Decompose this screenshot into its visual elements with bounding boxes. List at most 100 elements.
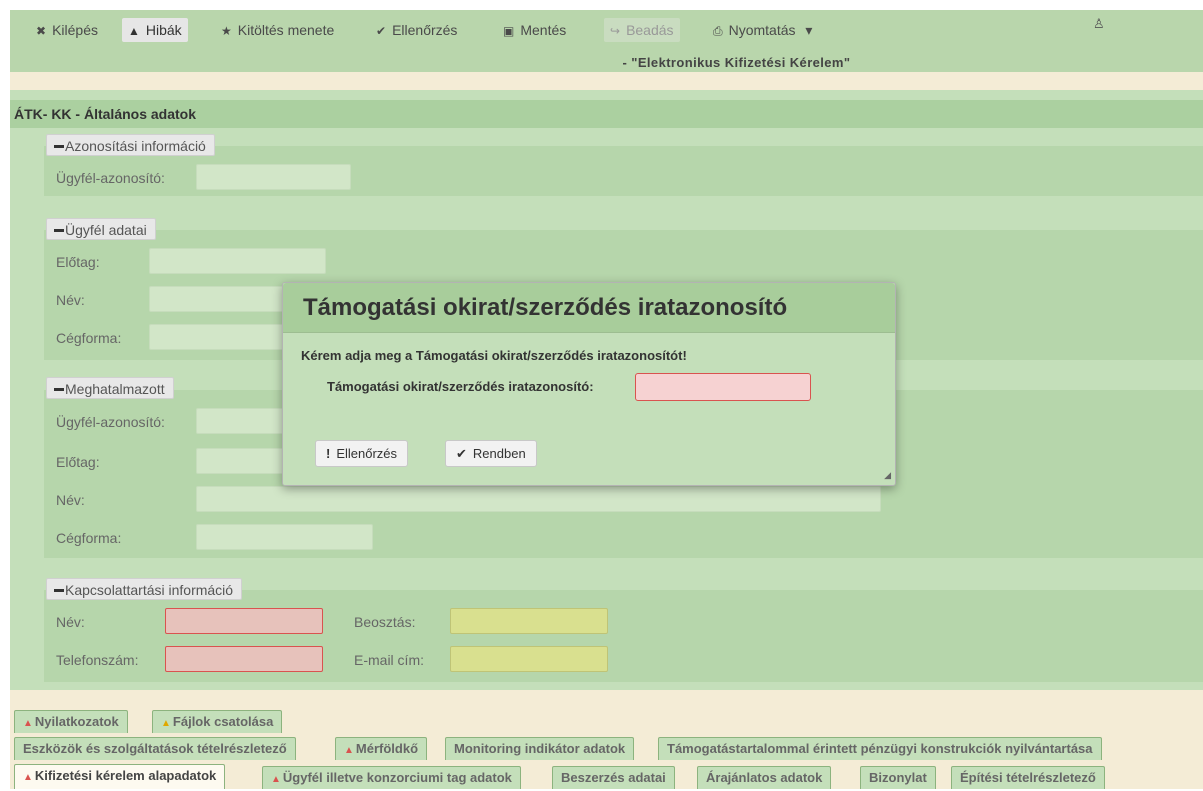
tab-construction-itemization[interactable]: Építési tételrészletező (951, 766, 1105, 789)
checkmark-icon: ✔ (376, 24, 387, 38)
tab-client-consortium[interactable]: ▲ Ügyfél illetve konzorciumi tag adatok (262, 766, 521, 789)
exclamation-icon: ! (326, 446, 331, 461)
submit-button[interactable]: ↪ Beadás (604, 18, 680, 42)
email-label: E-mail cím: (354, 652, 424, 668)
section-contact-legend: Kapcsolattartási információ (65, 582, 234, 598)
warning-icon: ▲ (271, 774, 281, 785)
tab-monitoring-indicators[interactable]: Monitoring indikátor adatok (445, 737, 635, 760)
contact-name-label: Név: (56, 614, 85, 630)
save-icon: ▣ (503, 24, 515, 38)
authorized-name-label: Név: (56, 492, 85, 508)
toolbar: ✖ Kilépés ▲ Hibák ★ Kitöltés menete ✔ Ellenő… (10, 10, 1203, 72)
prefix-field[interactable] (149, 248, 326, 274)
submit-label: Beadás (626, 22, 674, 38)
fill-guide-button[interactable]: ★ Kitöltés menete (215, 18, 340, 42)
checkmark-icon: ✔ (456, 446, 467, 461)
contact-name-field[interactable] (165, 608, 323, 634)
section-identification-legend: Azonosítási információ (65, 138, 206, 154)
section-authorized-legend: Meghatalmazott (65, 381, 165, 397)
section-contact-toggle[interactable]: Kapcsolattartási információ (46, 578, 243, 600)
section-client-data-legend: Ügyfél adatai (65, 222, 147, 238)
tab-label: Eszközök és szolgáltatások tételrészlete… (23, 741, 287, 756)
tab-label: Beszerzés adatai (561, 770, 666, 785)
tab-receipt[interactable]: Bizonylat (860, 766, 936, 789)
warning-icon: ▲ (23, 772, 33, 783)
company-form-label: Cégforma: (56, 330, 122, 346)
warning-icon: ▲ (23, 718, 33, 729)
dialog-check-button[interactable]: ! Ellenőrzés (315, 440, 409, 467)
authorized-prefix-field[interactable] (196, 448, 286, 474)
check-label: Ellenőrzés (392, 22, 458, 38)
name-label: Név: (56, 292, 85, 308)
toolbar-separator (10, 72, 1203, 90)
fill-guide-label: Kitöltés menete (237, 22, 335, 38)
phone-field[interactable] (165, 646, 323, 672)
print-label: Nyomtatás (728, 22, 796, 38)
chevron-down-icon: ▾ (805, 22, 813, 38)
tab-label: Támogatástartalommal érintett pénzügyi k… (667, 741, 1093, 756)
authorized-client-id-field[interactable] (196, 408, 286, 434)
tab-financial-constructions[interactable]: Támogatástartalommal érintett pénzügyi k… (658, 737, 1102, 760)
save-label: Mentés (520, 22, 567, 38)
exit-button[interactable]: ✖ Kilépés (30, 18, 104, 42)
name-field[interactable] (149, 286, 289, 312)
phone-label: Telefonszám: (56, 652, 139, 668)
dialog-ok-label: Rendben (472, 446, 526, 461)
company-form-field[interactable] (149, 324, 289, 350)
document-id-dialog: Támogatási okirat/szerződés iratazonosít… (282, 282, 896, 486)
tab-payment-request-base[interactable]: ▲ Kifizetési kérelem alapadatok (14, 764, 226, 789)
dialog-title[interactable]: Támogatási okirat/szerződés iratazonosít… (283, 283, 895, 333)
section-authorized-toggle[interactable]: Meghatalmazott (46, 377, 174, 399)
user-icon[interactable]: ♙ (1093, 16, 1105, 32)
tab-label: Monitoring indikátor adatok (454, 741, 626, 756)
tab-declarations[interactable]: ▲ Nyilatkozatok (14, 710, 128, 733)
section-identification: Ügyfél-azonosító: (44, 146, 1203, 196)
close-icon: ✖ (36, 24, 47, 38)
dialog-check-label: Ellenőrzés (336, 446, 398, 461)
save-button[interactable]: ▣ Mentés (497, 18, 572, 42)
minus-icon (54, 229, 64, 232)
tab-quotes[interactable]: Árajánlatos adatok (697, 766, 832, 789)
position-field[interactable] (450, 608, 608, 634)
authorized-name-field[interactable] (196, 486, 881, 512)
warning-icon: ▲ (161, 718, 171, 729)
check-button[interactable]: ✔ Ellenőrzés (370, 18, 463, 42)
document-id-label: Támogatási okirat/szerződés iratazonosít… (327, 379, 594, 394)
tab-file-attachments[interactable]: ▲ Fájlok csatolása (152, 710, 283, 733)
minus-icon (54, 589, 64, 592)
tab-label: Ügyfél illetve konzorciumi tag adatok (282, 770, 512, 785)
section-contact: Név: Beosztás: Telefonszám: E-mail cím: (44, 590, 1203, 682)
print-button[interactable]: ⎙ Nyomtatás ▾ (707, 18, 818, 42)
authorized-prefix-label: Előtag: (56, 454, 100, 470)
share-arrow-icon: ↪ (610, 24, 621, 38)
errors-button[interactable]: ▲ Hibák (122, 18, 188, 42)
tab-label: Bizonylat (869, 770, 927, 785)
tab-area: ▲ Nyilatkozatok ▲ Fájlok csatolása Eszközö… (10, 690, 1203, 789)
resize-grip-icon[interactable]: ◢ (884, 470, 891, 481)
document-id-input[interactable] (635, 373, 811, 401)
exit-label: Kilépés (52, 22, 98, 38)
tab-milestone[interactable]: ▲ Mérföldkő (335, 737, 428, 760)
authorized-company-form-field[interactable] (196, 524, 373, 550)
tab-label: Építési tételrészletező (960, 770, 1096, 785)
tab-assets-itemization[interactable]: Eszközök és szolgáltatások tételrészlete… (14, 737, 296, 760)
star-icon: ★ (221, 24, 232, 38)
client-id-label: Ügyfél-azonosító: (56, 170, 165, 186)
dialog-ok-button[interactable]: ✔ Rendben (445, 440, 537, 467)
authorized-client-id-label: Ügyfél-azonosító: (56, 414, 165, 430)
email-field[interactable] (450, 646, 608, 672)
client-id-field[interactable] (196, 164, 351, 190)
errors-label: Hibák (145, 22, 182, 38)
prefix-label: Előtag: (56, 254, 100, 270)
tab-label: Árajánlatos adatok (706, 770, 823, 785)
tab-label: Nyilatkozatok (34, 714, 119, 729)
warning-icon: ▲ (128, 24, 140, 38)
tab-procurement[interactable]: Beszerzés adatai (552, 766, 675, 789)
section-identification-toggle[interactable]: Azonosítási információ (46, 134, 215, 156)
section-client-data-toggle[interactable]: Ügyfél adatai (46, 218, 156, 240)
dialog-message: Kérem adja meg a Támogatási okirat/szerz… (301, 348, 687, 363)
minus-icon (54, 145, 64, 148)
warning-icon: ▲ (344, 745, 354, 756)
position-label: Beosztás: (354, 614, 416, 630)
form-title: - "Elektronikus Kifizetési Kérelem" (622, 55, 851, 70)
